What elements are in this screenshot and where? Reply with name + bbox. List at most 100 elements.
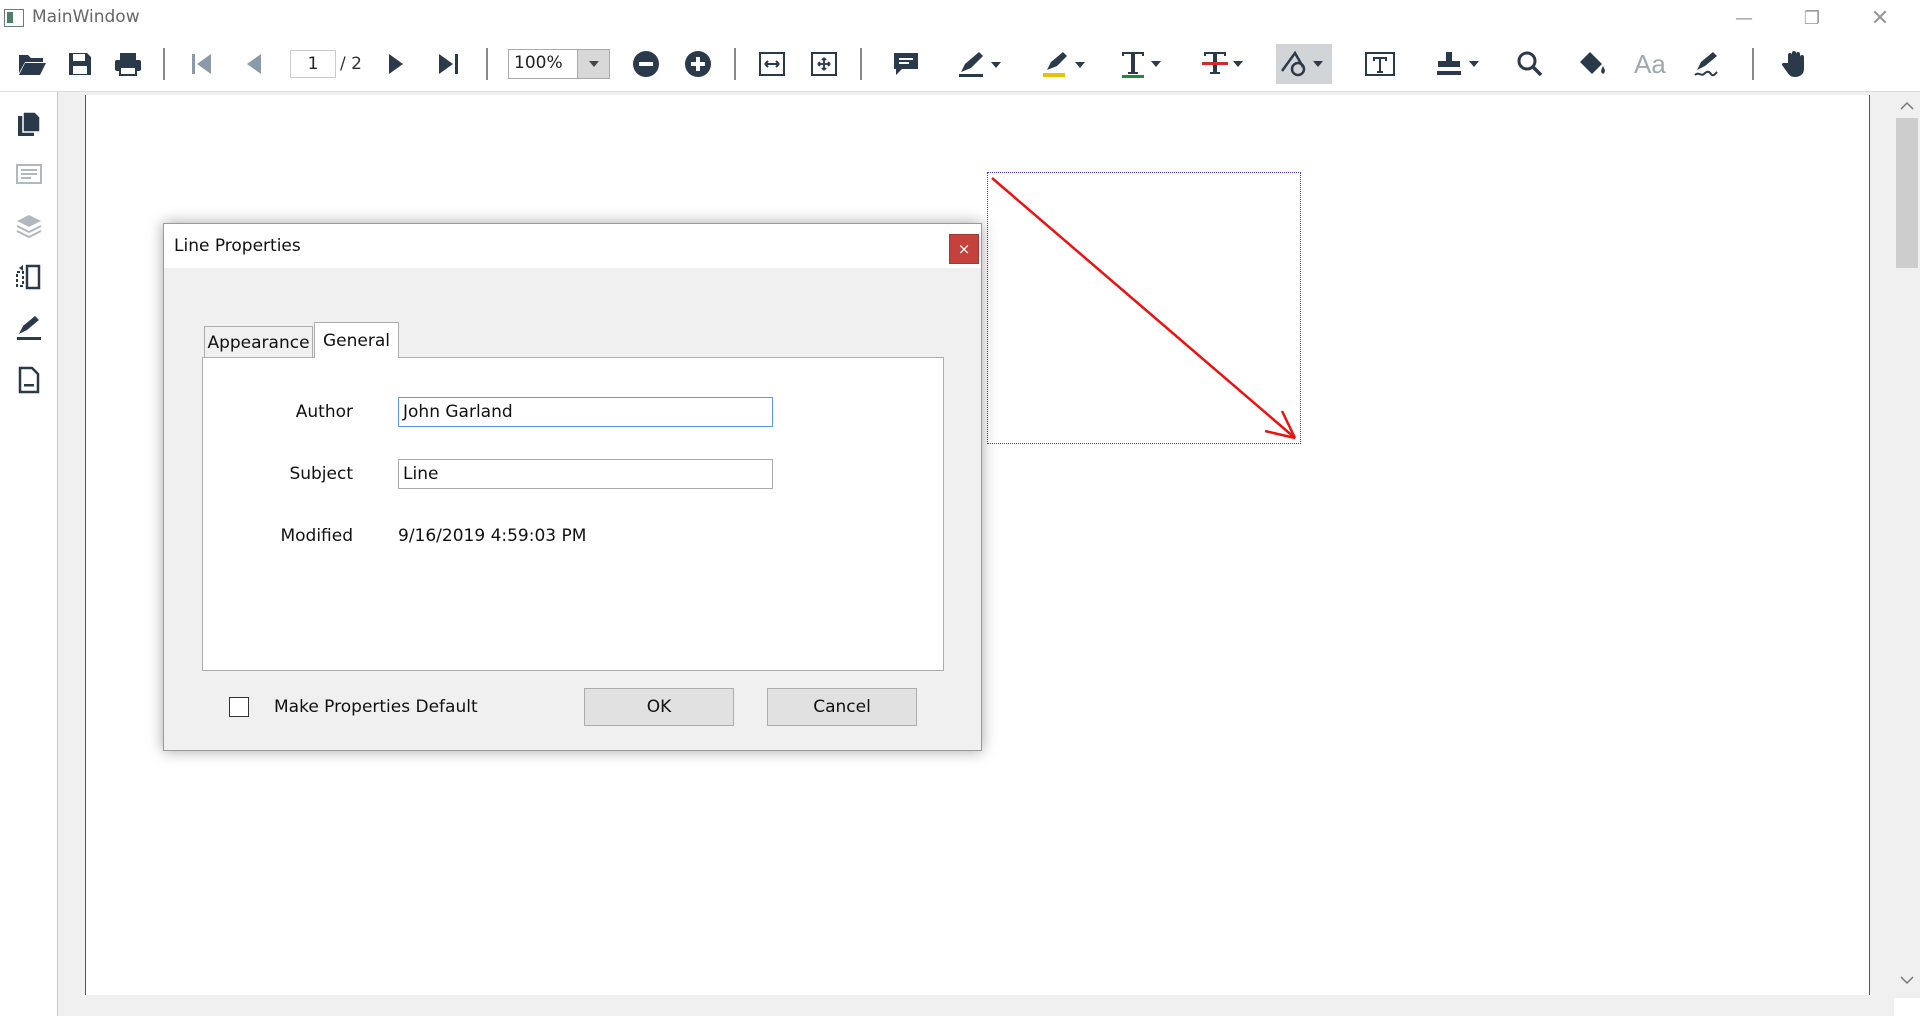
print-icon — [115, 53, 141, 76]
zoom-select[interactable]: 100% — [508, 49, 610, 79]
shapes-dropdown[interactable] — [1276, 44, 1332, 84]
toolbar-separator — [486, 48, 488, 80]
window-title: MainWindow — [32, 7, 140, 27]
font-button[interactable]: Aa — [1630, 44, 1674, 84]
highlighter-icon — [1043, 52, 1085, 77]
minus-circle-icon — [633, 51, 659, 77]
search-icon — [1517, 51, 1543, 77]
strikeout-icon — [1202, 52, 1243, 74]
cancel-button[interactable]: Cancel — [767, 688, 917, 726]
make-default-label: Make Properties Default — [274, 697, 478, 717]
chevron-down-icon[interactable] — [577, 50, 609, 78]
zoom-out-button[interactable] — [626, 44, 666, 84]
document-icon — [18, 366, 40, 394]
stamp-icon — [1437, 52, 1479, 75]
left-side-panel — [0, 92, 58, 1016]
last-page-icon — [439, 54, 458, 74]
free-text-button[interactable] — [1360, 44, 1400, 84]
general-tab-panel: Author John Garland Subject Line Modifie… — [202, 357, 944, 671]
make-default-checkbox[interactable] — [229, 697, 249, 717]
vertical-scrollbar[interactable] — [1894, 92, 1920, 998]
pen-icon — [959, 52, 1001, 77]
fit-width-icon — [759, 52, 785, 76]
strikeout-dropdown[interactable] — [1198, 44, 1252, 84]
fit-page-icon — [811, 52, 837, 76]
close-window-button[interactable]: ✕ — [1846, 0, 1914, 36]
ink-pen-dropdown[interactable] — [954, 44, 1008, 84]
toolbar-separator — [163, 48, 165, 80]
zoom-value: 100% — [514, 53, 563, 73]
scroll-up-icon — [1900, 101, 1914, 110]
fit-width-button[interactable] — [752, 44, 792, 84]
rotate-page-icon — [16, 264, 41, 290]
ok-button[interactable]: OK — [584, 688, 734, 726]
shapes-icon — [1280, 50, 1323, 77]
text-box-icon — [1365, 52, 1395, 76]
modified-value: 9/16/2019 4:59:03 PM — [398, 526, 587, 546]
first-page-icon — [192, 54, 211, 74]
author-label: Author — [295, 402, 353, 422]
author-field[interactable]: John Garland — [398, 397, 773, 427]
stamp-dropdown[interactable] — [1432, 44, 1488, 84]
modified-label: Modified — [280, 526, 353, 546]
toolbar-separator — [1752, 48, 1754, 80]
print-button[interactable] — [108, 44, 148, 84]
first-page-button[interactable] — [182, 44, 222, 84]
previous-page-button[interactable] — [234, 44, 274, 84]
scroll-down-icon — [1900, 976, 1914, 985]
pen-icon — [17, 316, 41, 340]
title-bar: MainWindow — ❐ ✕ — [0, 0, 1920, 36]
next-page-icon — [389, 54, 403, 74]
dialog-title-bar: Line Properties × — [164, 224, 981, 268]
folder-open-icon — [19, 55, 46, 75]
line-annotation-selection[interactable] — [987, 172, 1301, 444]
page-number-input[interactable]: 1 — [290, 50, 336, 78]
search-button[interactable] — [1510, 44, 1550, 84]
layers-icon — [16, 215, 42, 239]
horizontal-scrollbar[interactable] — [58, 998, 1894, 1016]
form-fill-button[interactable] — [1572, 44, 1612, 84]
subject-label: Subject — [289, 464, 353, 484]
signatures-button[interactable] — [13, 312, 45, 344]
highlight-dropdown[interactable] — [1038, 44, 1092, 84]
paint-bucket-icon — [1580, 52, 1605, 74]
subject-field[interactable]: Line — [398, 459, 773, 489]
comment-icon — [894, 53, 918, 75]
font-icon: Aa — [1634, 50, 1666, 78]
fit-page-button[interactable] — [804, 44, 844, 84]
page-total: / 2 — [340, 54, 362, 74]
signature-button[interactable] — [1690, 44, 1730, 84]
organize-pages-button[interactable] — [13, 260, 45, 292]
layers-button[interactable] — [13, 210, 45, 242]
thumbnails-button[interactable] — [13, 108, 45, 140]
line-properties-dialog: Line Properties × Appearance General Aut… — [163, 223, 982, 751]
pages-icon — [18, 111, 41, 136]
save-icon — [69, 53, 91, 75]
dialog-close-button[interactable]: × — [949, 234, 979, 264]
save-button[interactable] — [60, 44, 100, 84]
tab-general[interactable]: General — [314, 322, 399, 358]
text-underline-icon — [1122, 52, 1161, 78]
bookmarks-button[interactable] — [13, 158, 45, 190]
next-page-button[interactable] — [376, 44, 416, 84]
app-icon — [4, 9, 24, 27]
scrollbar-thumb[interactable] — [1896, 118, 1918, 268]
toolbar-separator — [860, 48, 862, 80]
minimize-button[interactable]: — — [1710, 0, 1778, 36]
file-attachments-button[interactable] — [13, 364, 45, 396]
sticky-note-button[interactable] — [886, 44, 926, 84]
pan-tool-button[interactable] — [1776, 44, 1816, 84]
tab-appearance[interactable]: Appearance — [204, 326, 313, 358]
toolbar-separator — [734, 48, 736, 80]
restore-button[interactable]: ❐ — [1778, 0, 1846, 36]
zoom-in-button[interactable] — [678, 44, 718, 84]
signature-pen-icon — [1694, 52, 1718, 77]
outline-icon — [16, 164, 42, 184]
hand-icon — [1782, 51, 1804, 77]
text-markup-dropdown[interactable] — [1116, 44, 1170, 84]
line-annotation[interactable] — [988, 173, 1302, 445]
last-page-button[interactable] — [428, 44, 468, 84]
dialog-title: Line Properties — [174, 236, 301, 256]
open-file-button[interactable] — [12, 44, 52, 84]
plus-circle-icon — [685, 51, 711, 77]
